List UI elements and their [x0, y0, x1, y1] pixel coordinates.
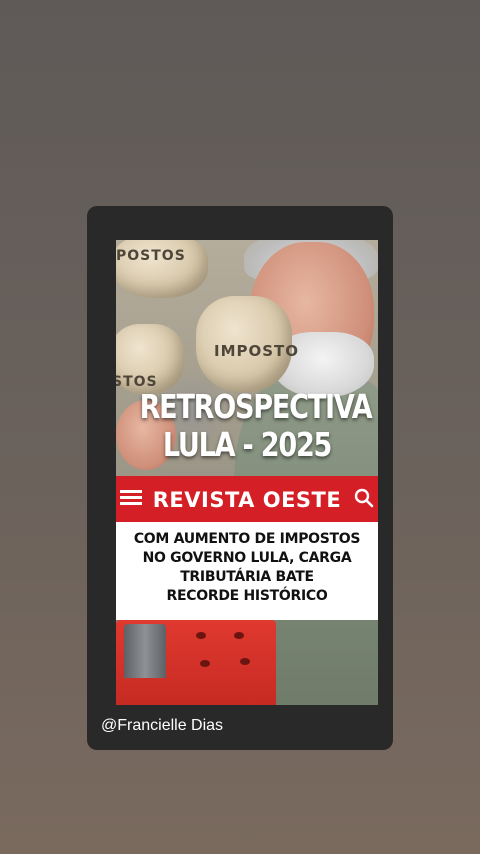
article-title-line: NO GOVERNO LULA, CARGA	[142, 550, 352, 566]
article-headline-box: COM AUMENTO DE IMPOSTOS NO GOVERNO LULA,…	[116, 522, 378, 620]
headline-line: RETROSPECTIVA	[139, 387, 373, 426]
magazine-header-bar: REVISTA OESTE	[116, 476, 378, 522]
sack-label: IMPOSTO	[214, 342, 300, 360]
tax-sack: STOS	[116, 324, 184, 394]
post-media[interactable]: POSTOS STOS IMPOSTO RETROSPECTIVA LULA -…	[116, 240, 378, 705]
tax-sack: POSTOS	[116, 240, 208, 298]
metal-pole	[124, 624, 166, 678]
article-title-line: COM AUMENTO DE IMPOSTOS	[133, 531, 361, 547]
tax-sack: IMPOSTO	[196, 296, 298, 392]
magazine-name: REVISTA OESTE	[152, 488, 342, 512]
headline-line: LULA - 2025	[162, 425, 333, 464]
news-photo: POSTOS STOS IMPOSTO	[116, 240, 378, 705]
article-title: COM AUMENTO DE IMPOSTOS NO GOVERNO LULA,…	[126, 530, 368, 606]
author-handle[interactable]: @Francielle Dias	[101, 717, 223, 735]
search-icon	[354, 488, 374, 508]
retrospective-headline: RETROSPECTIVA LULA - 2025	[139, 387, 373, 464]
story-card[interactable]: POSTOS STOS IMPOSTO RETROSPECTIVA LULA -…	[87, 206, 393, 750]
sack-label: POSTOS	[116, 248, 186, 264]
article-title-line: TRIBUTÁRIA BATE	[180, 569, 314, 585]
article-title-line: RECORDE HISTÓRICO	[166, 588, 328, 604]
